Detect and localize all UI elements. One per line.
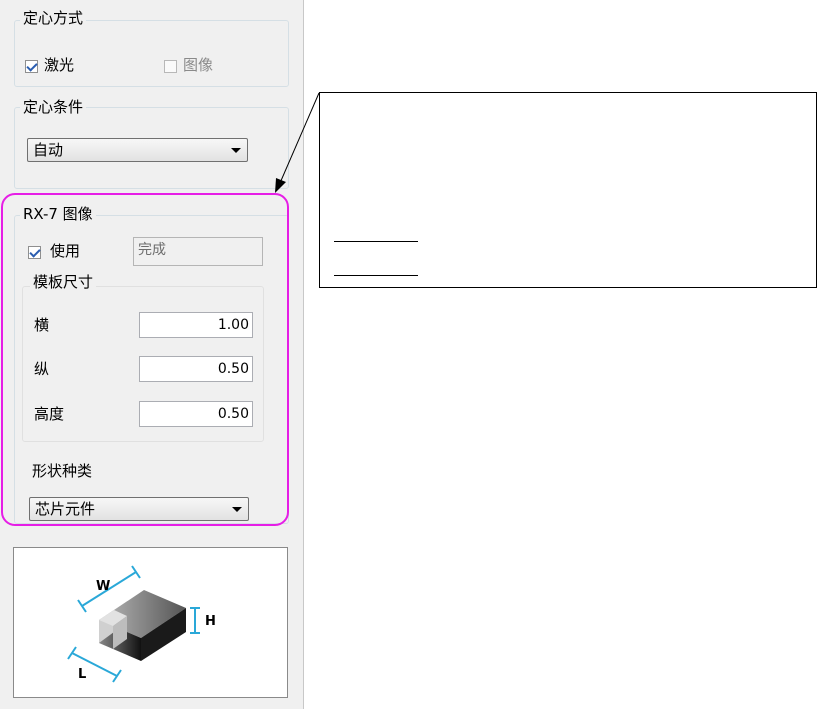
- laser-checkbox[interactable]: [25, 60, 38, 73]
- chip-component-illustration: W H L: [67, 565, 216, 683]
- dim-l-label: L: [78, 667, 86, 682]
- image-label[interactable]: 图像: [183, 55, 213, 75]
- laser-label[interactable]: 激光: [44, 55, 74, 75]
- highlight-frame: [1, 193, 289, 526]
- centering-method-title: 定心方式: [20, 8, 87, 28]
- callout-underline: [334, 275, 418, 276]
- centering-condition-value: 自动: [33, 141, 64, 159]
- chevron-down-icon: [231, 148, 241, 153]
- centering-condition-select[interactable]: 自动: [27, 138, 248, 162]
- centering-condition-title: 定心条件: [20, 97, 87, 117]
- dim-h-label: H: [205, 614, 216, 629]
- centering-method-group: [14, 20, 289, 87]
- shape-preview: W H L: [13, 547, 288, 698]
- callout-underline: [334, 241, 418, 242]
- image-checkbox[interactable]: [164, 60, 177, 73]
- callout-box: [319, 92, 817, 288]
- dim-w-label: W: [96, 579, 110, 594]
